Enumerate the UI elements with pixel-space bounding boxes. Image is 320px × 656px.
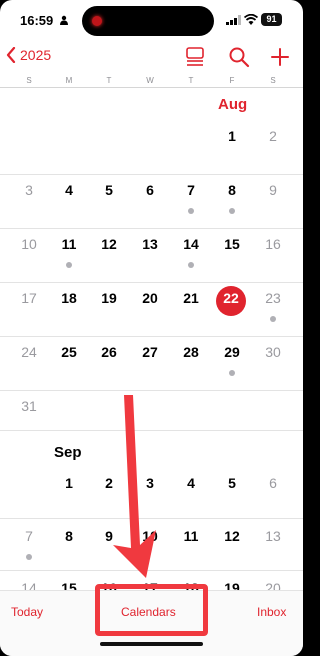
- nav-bar: 2025: [0, 44, 303, 72]
- search-icon[interactable]: [228, 46, 250, 68]
- weekday-label: T: [188, 76, 194, 85]
- day-cell[interactable]: 27: [130, 344, 170, 360]
- month-label-sep: Sep: [54, 444, 82, 461]
- day-cell[interactable]: 12: [89, 236, 129, 252]
- day-cell[interactable]: 5: [89, 182, 129, 198]
- highlight-box-annotation: [95, 584, 208, 636]
- add-icon[interactable]: [269, 46, 291, 68]
- day-cell[interactable]: 14: [171, 236, 211, 252]
- signal-icon: [226, 15, 241, 25]
- day-cell[interactable]: 8: [49, 528, 89, 544]
- day-cell[interactable]: 2: [89, 475, 129, 491]
- week-divider: [0, 518, 303, 519]
- dynamic-island: [82, 6, 214, 36]
- day-cell[interactable]: 18: [49, 290, 89, 306]
- today-day-cell[interactable]: 22: [216, 290, 246, 306]
- phone-screen: 16:59 91 2025 S M T W T F S Aug Sep 1 2 …: [0, 0, 303, 656]
- status-time: 16:59: [20, 13, 54, 28]
- day-cell[interactable]: 20: [130, 290, 170, 306]
- status-bar: 16:59 91: [0, 0, 303, 42]
- day-cell[interactable]: 6: [253, 475, 293, 491]
- day-cell[interactable]: 4: [49, 182, 89, 198]
- day-cell[interactable]: 12: [212, 528, 252, 544]
- event-dot: [26, 554, 32, 560]
- back-to-year-button[interactable]: 2025: [6, 47, 51, 63]
- week-divider: [0, 282, 303, 283]
- day-cell[interactable]: 11: [171, 528, 211, 544]
- day-cell[interactable]: 10: [130, 528, 170, 544]
- day-cell[interactable]: 6: [130, 182, 170, 198]
- day-cell[interactable]: 15: [212, 236, 252, 252]
- day-cell[interactable]: 26: [89, 344, 129, 360]
- day-cell[interactable]: 5: [212, 475, 252, 491]
- event-dot: [229, 370, 235, 376]
- day-cell[interactable]: 13: [253, 528, 293, 544]
- day-cell[interactable]: 16: [253, 236, 293, 252]
- event-dot: [188, 208, 194, 214]
- month-label-aug: Aug: [218, 96, 248, 113]
- week-divider: [0, 390, 303, 391]
- day-cell[interactable]: 4: [171, 475, 211, 491]
- day-cell[interactable]: 3: [9, 182, 49, 198]
- home-indicator: [100, 642, 203, 646]
- weekday-label: F: [229, 76, 235, 85]
- event-dot: [66, 262, 72, 268]
- event-dot: [270, 316, 276, 322]
- day-cell[interactable]: 21: [171, 290, 211, 306]
- day-cell[interactable]: 30: [253, 344, 293, 360]
- day-cell[interactable]: 19: [89, 290, 129, 306]
- month-grid: Aug Sep 1 2 3 4 5 6 7 8 9 10 11 12 13 14 15 16 17 18 19 20 2…: [0, 90, 303, 596]
- week-divider: [0, 228, 303, 229]
- day-cell[interactable]: 29: [212, 344, 252, 360]
- day-cell[interactable]: 9: [253, 182, 293, 198]
- day-cell[interactable]: 23: [253, 290, 293, 306]
- day-cell[interactable]: 3: [130, 475, 170, 491]
- week-divider: [0, 336, 303, 337]
- chevron-left-icon: [6, 47, 16, 63]
- recording-indicator-icon: [92, 16, 102, 26]
- battery-indicator: 91: [261, 13, 282, 26]
- back-label: 2025: [20, 47, 52, 63]
- today-button[interactable]: Today: [11, 605, 43, 619]
- day-cell[interactable]: 11: [49, 236, 89, 252]
- day-cell[interactable]: 17: [9, 290, 49, 306]
- day-cell[interactable]: 24: [9, 344, 49, 360]
- day-cell[interactable]: 1: [212, 128, 252, 144]
- day-cell[interactable]: 7: [9, 528, 49, 544]
- weekday-label: W: [146, 76, 154, 85]
- day-cell[interactable]: 31: [9, 398, 49, 414]
- day-cell[interactable]: 1: [49, 475, 89, 491]
- person-icon: [60, 15, 68, 25]
- weekday-label: M: [65, 76, 73, 85]
- day-cell[interactable]: 7: [171, 182, 211, 198]
- list-view-icon[interactable]: [184, 46, 206, 68]
- week-divider: [0, 570, 303, 571]
- weekday-label: T: [106, 76, 112, 85]
- weekday-label: S: [26, 76, 32, 85]
- day-cell[interactable]: 10: [9, 236, 49, 252]
- weekday-header: S M T W T F S: [0, 74, 303, 88]
- week-divider: [0, 174, 303, 175]
- day-cell[interactable]: 2: [253, 128, 293, 144]
- event-dot: [188, 262, 194, 268]
- weekday-label: S: [270, 76, 276, 85]
- week-divider: [0, 430, 303, 431]
- event-dot: [229, 208, 235, 214]
- day-cell[interactable]: 28: [171, 344, 211, 360]
- day-cell[interactable]: 13: [130, 236, 170, 252]
- day-cell[interactable]: 25: [49, 344, 89, 360]
- inbox-button[interactable]: Inbox: [257, 605, 286, 619]
- wifi-icon: [244, 14, 258, 25]
- day-cell[interactable]: 8: [212, 182, 252, 198]
- day-cell[interactable]: 9: [89, 528, 129, 544]
